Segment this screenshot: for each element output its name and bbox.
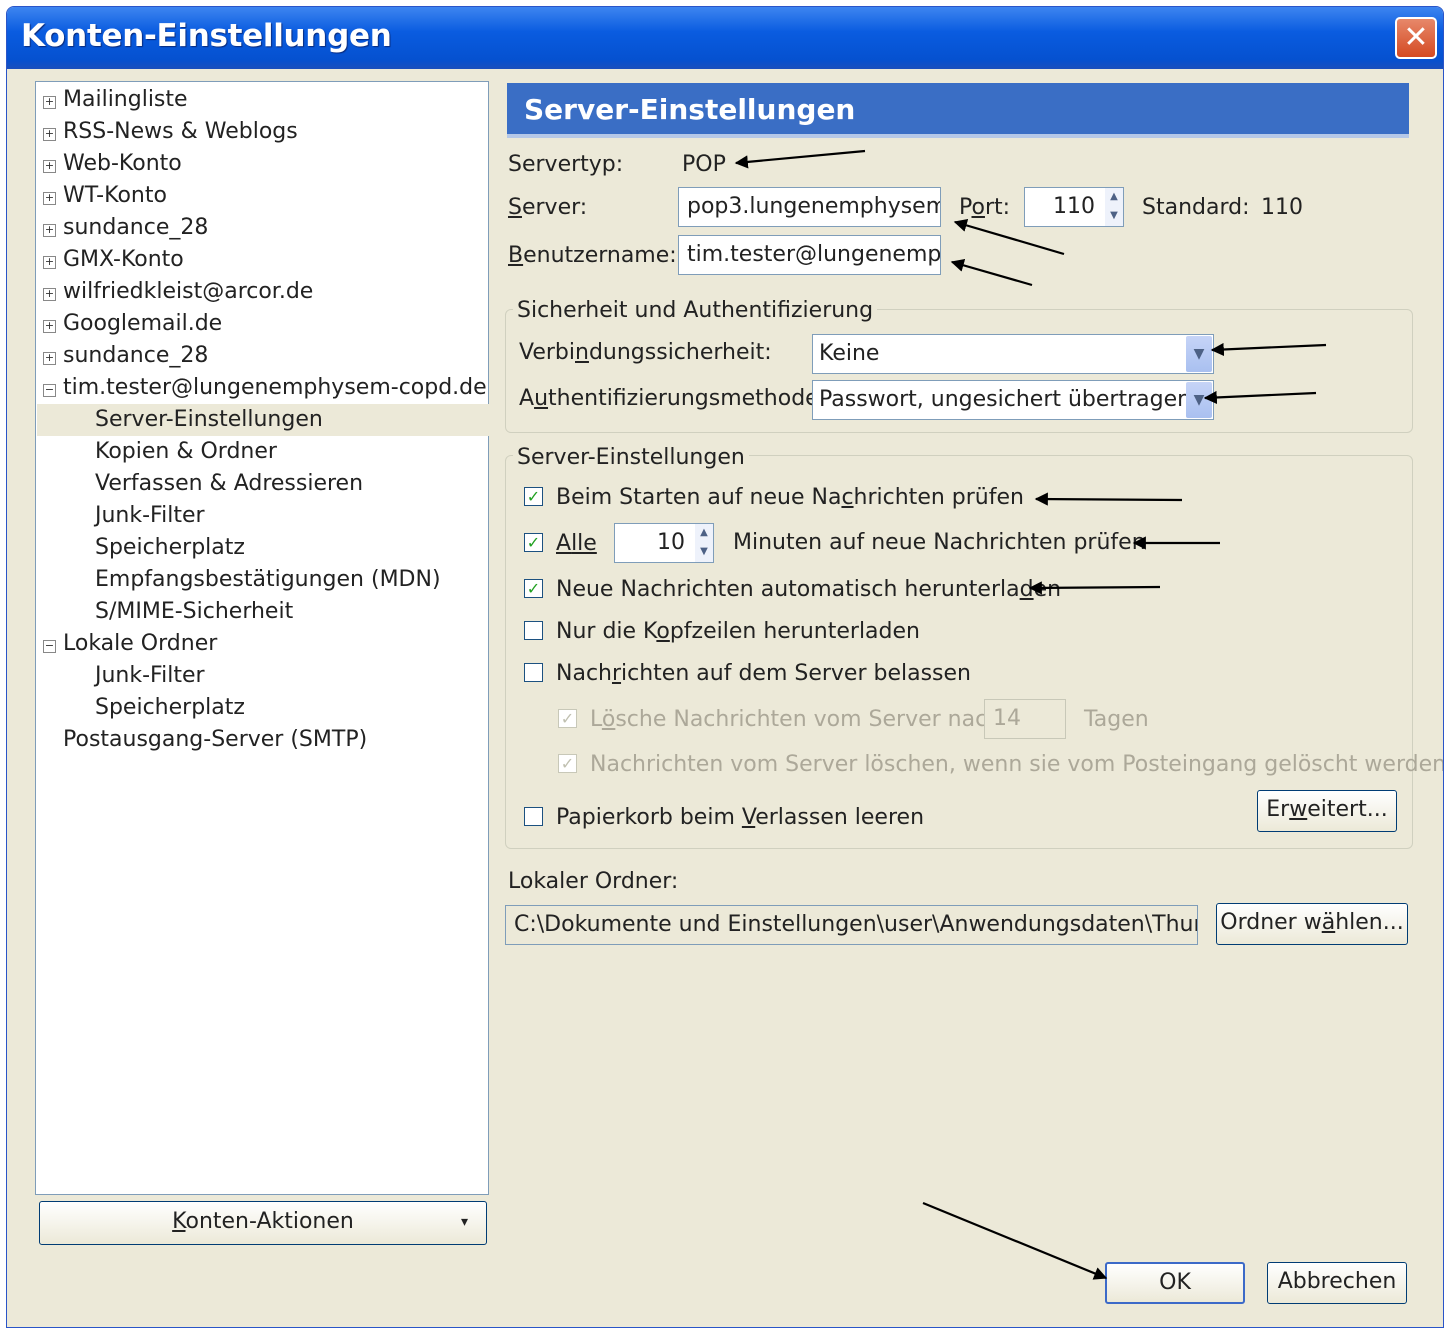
arrow-ok <box>922 1201 1108 1280</box>
arrow-server <box>953 219 1065 256</box>
annotation-arrows <box>734 149 1327 1280</box>
arrow-check-startup <box>1034 492 1183 506</box>
arrow-auto-download <box>1028 581 1161 595</box>
arrow-auth-method <box>1203 390 1317 405</box>
arrow-servertyp <box>734 149 866 169</box>
arrow-connection-security <box>1210 342 1327 357</box>
arrow-username <box>950 258 1033 287</box>
